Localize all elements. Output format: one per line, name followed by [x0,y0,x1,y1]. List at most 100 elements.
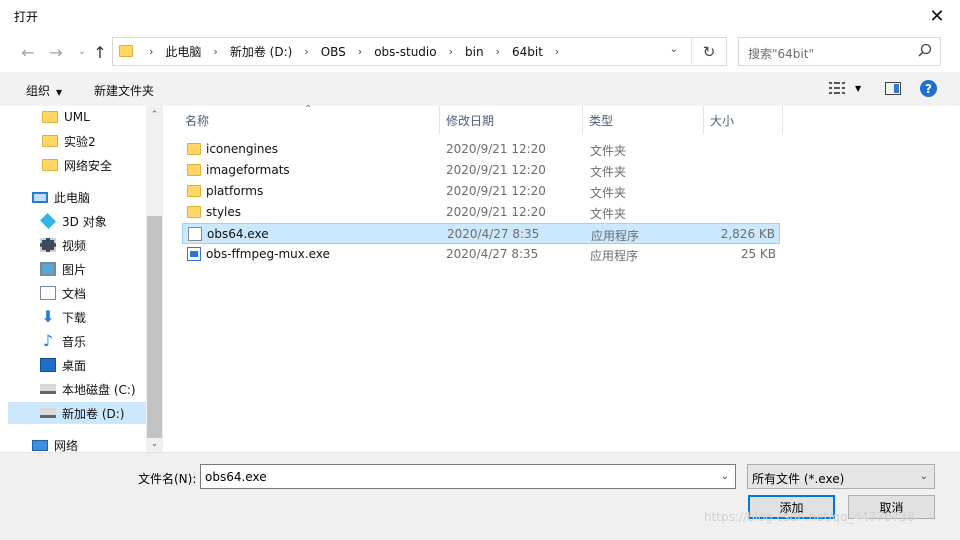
sidebar-item-drive-c[interactable]: 本地磁盘 (C:) [40,378,146,400]
chevron-down-icon: ⌄ [919,471,928,482]
sidebar-item-label: 音乐 [62,334,87,349]
breadcrumb-separator-icon[interactable]: › [449,45,453,58]
file-name: platforms [206,184,264,198]
search-icon[interactable] [916,42,934,60]
file-size: 25 KB [740,247,776,261]
breadcrumb-drive-d[interactable]: 新加卷 (D:) [230,43,292,60]
breadcrumb-separator-icon[interactable]: › [358,45,362,58]
close-icon[interactable]: ✕ [914,0,960,32]
this-pc-icon [32,191,48,203]
sidebar-item-label: 视频 [62,238,87,253]
sidebar-item-drive-d[interactable]: 新加卷 (D:) [8,402,146,424]
sidebar-item-label: 3D 对象 [62,214,107,229]
breadcrumb-obs[interactable]: OBS [321,45,346,59]
file-date: 2020/4/27 8:35 [446,247,539,261]
file-row-obs64-exe[interactable]: obs64.exe 2020/4/27 8:35 应用程序 2,826 KB [182,223,780,244]
sidebar-item-music[interactable]: ♪ 音乐 [40,330,146,352]
forward-arrow-icon[interactable]: → [44,40,68,64]
up-arrow-icon[interactable]: ↑ [88,40,112,64]
scroll-down-icon[interactable]: ⌄ [146,435,163,452]
preview-pane-icon[interactable] [885,82,901,95]
sidebar-item-label: 网络 [54,438,79,453]
desktop-icon [40,358,56,372]
help-icon[interactable]: ? [920,80,937,97]
sidebar-item-videos[interactable]: 视频 [40,234,146,256]
breadcrumb-64bit[interactable]: 64bit [512,45,543,59]
file-row-iconengines[interactable]: iconengines 2020/9/21 12:20 文件夹 [182,139,780,160]
file-type-filter-select[interactable]: 所有文件 (*.exe) ⌄ [747,464,935,489]
filename-input[interactable]: obs64.exe ⌄ [200,464,736,489]
folder-icon [187,185,201,197]
column-headers: ⌃ 名称 修改日期 类型 大小 [164,104,960,134]
address-divider [691,38,692,65]
filename-history-chevron-down-icon[interactable]: ⌄ [721,471,729,482]
new-folder-button[interactable]: 新建文件夹 [94,82,154,99]
file-type-filter-value: 所有文件 (*.exe) [752,472,845,486]
refresh-icon[interactable]: ↻ [698,41,720,63]
search-placeholder: 搜索"64bit" [748,47,814,61]
column-header-date[interactable]: 修改日期 [446,112,494,129]
sidebar-item-label: 网络安全 [64,158,113,173]
column-header-name[interactable]: 名称 [185,112,209,129]
breadcrumb-separator-icon[interactable]: › [213,45,217,58]
navigation-scrollbar[interactable]: ⌃ ⌄ [146,106,163,452]
music-icon: ♪ [42,331,54,350]
sidebar-item-network[interactable]: 网络 [32,434,146,452]
organize-button[interactable]: 组织 ▼ [26,82,62,99]
column-divider[interactable] [439,106,440,134]
downloads-icon: ⬇ [41,307,55,326]
breadcrumb-separator-icon[interactable]: › [496,45,500,58]
breadcrumb-separator-icon[interactable]: › [555,45,559,58]
video-icon [40,238,56,252]
dialog-footer: 文件名(N): obs64.exe ⌄ 所有文件 (*.exe) ⌄ 添加 取消 [0,452,960,540]
file-row-platforms[interactable]: platforms 2020/9/21 12:20 文件夹 [182,181,780,202]
3d-objects-icon [40,213,56,229]
file-type: 应用程序 [590,249,639,263]
column-divider[interactable] [782,106,783,134]
file-type: 文件夹 [590,165,627,179]
file-row-imageformats[interactable]: imageformats 2020/9/21 12:20 文件夹 [182,160,780,181]
network-icon [32,439,48,451]
breadcrumb-separator-icon[interactable]: › [304,45,308,58]
column-divider[interactable] [582,106,583,134]
scroll-up-icon[interactable]: ⌃ [146,106,163,123]
sidebar-item-lab2[interactable]: 实验2 [42,130,146,152]
sidebar-item-pictures[interactable]: 图片 [40,258,146,280]
breadcrumb-obs-studio[interactable]: obs-studio [374,45,436,59]
column-header-type[interactable]: 类型 [589,112,613,129]
sidebar-item-uml[interactable]: UML [42,106,146,128]
breadcrumb-this-pc[interactable]: 此电脑 [165,43,201,60]
sidebar-item-documents[interactable]: 文档 [40,282,146,304]
column-header-size[interactable]: 大小 [710,112,734,129]
scrollbar-thumb[interactable] [147,216,162,438]
sidebar-item-desktop[interactable]: 桌面 [40,354,146,376]
view-options-caret-icon[interactable]: ▼ [855,84,861,93]
watermark-text: https://blog.csdn.net/qq_44770738 [704,510,915,524]
sidebar-item-label: 图片 [62,262,87,277]
file-row-styles[interactable]: styles 2020/9/21 12:20 文件夹 [182,202,780,223]
folder-icon [42,159,58,171]
folder-icon [119,45,133,57]
file-date: 2020/4/27 8:35 [447,227,540,241]
sidebar-item-network-security[interactable]: 网络安全 [42,154,146,176]
breadcrumb-separator-icon[interactable]: › [149,45,153,58]
search-input[interactable]: 搜索"64bit" [738,37,941,66]
drive-icon [40,384,56,394]
address-history-chevron-down-icon[interactable]: ⌄ [670,44,678,55]
view-options-icon[interactable] [829,82,847,94]
organize-label: 组织 [26,84,51,98]
address-bar[interactable]: › 此电脑 › 新加卷 (D:) › OBS › obs-studio › bi… [112,37,727,66]
sidebar-item-label: 新加卷 (D:) [62,406,125,421]
sidebar-item-downloads[interactable]: ⬇ 下载 [40,306,146,328]
folder-icon [42,111,58,123]
breadcrumb-bin[interactable]: bin [465,45,484,59]
sidebar-item-this-pc[interactable]: 此电脑 [32,186,146,208]
file-row-obs-ffmpeg-mux-exe[interactable]: obs-ffmpeg-mux.exe 2020/4/27 8:35 应用程序 2… [182,244,780,265]
sidebar-item-3d-objects[interactable]: 3D 对象 [40,210,146,232]
file-name: iconengines [206,142,279,156]
back-arrow-icon[interactable]: ← [16,40,40,64]
file-type: 应用程序 [591,229,640,243]
sort-ascending-icon: ⌃ [304,104,313,115]
sidebar-item-label: 此电脑 [54,190,91,205]
column-divider[interactable] [703,106,704,134]
